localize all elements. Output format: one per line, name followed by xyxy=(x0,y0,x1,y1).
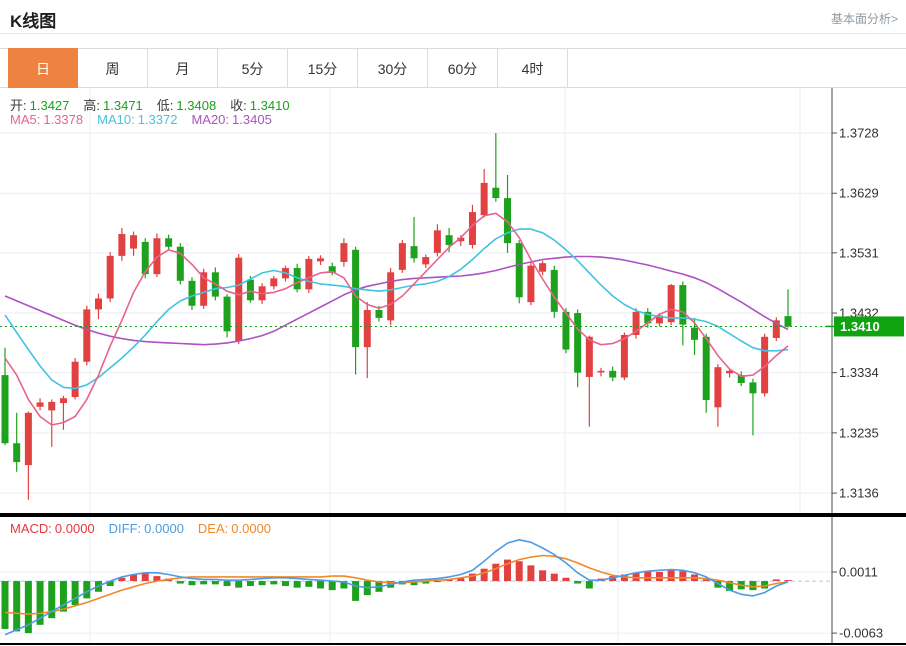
legend-label: MACD: xyxy=(10,521,52,536)
tab-周[interactable]: 周 xyxy=(78,48,148,88)
macd-legend: MACD:0.0000DIFF:0.0000DEA:0.0000 xyxy=(10,521,285,536)
tab-15分[interactable]: 15分 xyxy=(288,48,358,88)
legend-value: 1.3408 xyxy=(176,98,216,113)
page-title: K线图 xyxy=(10,7,56,32)
legend-value: 1.3410 xyxy=(250,98,290,113)
ma-legend: MA5:1.3378 MA10:1.3372 MA20:1.3405 xyxy=(10,112,286,127)
legend-value: 0.0000 xyxy=(231,521,271,536)
svg-text:-0.0063: -0.0063 xyxy=(839,626,883,641)
tab-5分[interactable]: 5分 xyxy=(218,48,288,88)
legend-value: 1.3372 xyxy=(138,112,178,127)
svg-text:1.3235: 1.3235 xyxy=(839,425,879,440)
macd-bars xyxy=(2,560,792,633)
svg-text:1.3629: 1.3629 xyxy=(839,186,879,201)
macd-y-tick-labels: 0.0011 -0.0063 xyxy=(832,564,883,640)
timeframe-tabbar: 日周月5分15分30分60分4时 xyxy=(8,48,568,88)
legend-label: DIFF: xyxy=(109,521,142,536)
legend-value: 1.3471 xyxy=(103,98,143,113)
main-gridlines xyxy=(0,88,832,515)
legend-value: 0.0000 xyxy=(144,521,184,536)
kline-page: K线图 基本面分析> 日周月5分15分30分60分4时 开:1.3427高:1.… xyxy=(0,0,906,646)
legend-label: 收: xyxy=(230,98,247,113)
tab-日[interactable]: 日 xyxy=(8,48,78,88)
svg-text:0.0011: 0.0011 xyxy=(839,564,878,579)
tab-60分[interactable]: 60分 xyxy=(428,48,498,88)
svg-text:1.3410: 1.3410 xyxy=(840,319,880,334)
legend-value: 0.0000 xyxy=(55,521,95,536)
dea-line xyxy=(5,556,788,615)
legend-label: MA10: xyxy=(97,112,135,127)
svg-text:1.3531: 1.3531 xyxy=(839,245,879,260)
legend-value: 1.3427 xyxy=(30,98,70,113)
tab-30分[interactable]: 30分 xyxy=(358,48,428,88)
legend-label: DEA: xyxy=(198,521,228,536)
candlestick-chart[interactable]: 1.37281.36291.35311.34321.33341.32351.31… xyxy=(0,88,906,515)
legend-label: MA5: xyxy=(10,112,40,127)
fundamental-analysis-link[interactable]: 基本面分析> xyxy=(831,10,898,27)
main-y-tick-labels: 1.37281.36291.35311.34321.33341.32351.31… xyxy=(832,126,879,501)
legend-value: 1.3378 xyxy=(43,112,83,127)
legend-label: 高: xyxy=(83,98,100,113)
tab-4时[interactable]: 4时 xyxy=(498,48,568,88)
svg-text:1.3334: 1.3334 xyxy=(839,365,879,380)
header-divider xyxy=(0,33,906,34)
svg-text:1.3728: 1.3728 xyxy=(839,126,879,141)
diff-line xyxy=(5,540,788,635)
tab-月[interactable]: 月 xyxy=(148,48,218,88)
svg-text:1.3136: 1.3136 xyxy=(839,486,879,501)
current-price-tag: 1.3410 xyxy=(826,316,904,336)
legend-label: 低: xyxy=(157,98,174,113)
legend-label: MA20: xyxy=(191,112,229,127)
legend-label: 开: xyxy=(10,98,27,113)
legend-value: 1.3405 xyxy=(232,112,272,127)
candles xyxy=(2,133,792,500)
